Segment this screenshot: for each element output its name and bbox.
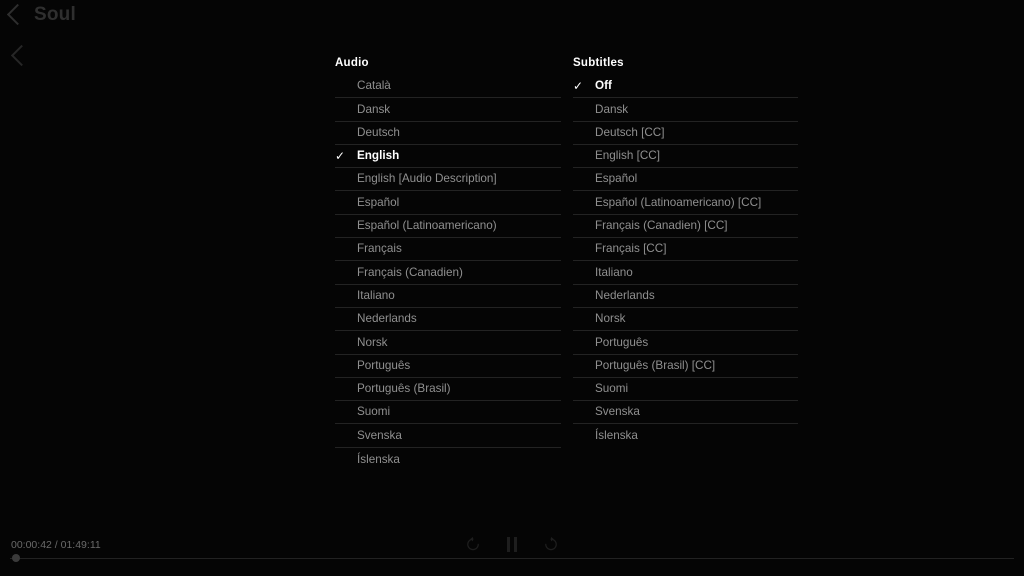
list-item-label: Français (Canadien) [CC] [595, 219, 728, 233]
list-item-label: Norsk [595, 312, 626, 326]
player-control-bar: 00:00:42 / 01:49:11 [0, 528, 1024, 576]
list-item[interactable]: Suomi [573, 378, 798, 402]
list-item[interactable]: Deutsch [335, 122, 561, 145]
list-item-label: Español (Latinoamericano) [357, 219, 497, 233]
list-item[interactable]: Português (Brasil) [CC] [573, 355, 798, 378]
list-item-label: Deutsch [CC] [595, 125, 665, 139]
list-item[interactable]: Français [CC] [573, 238, 798, 262]
list-item[interactable]: Norsk [335, 331, 561, 355]
list-item[interactable]: Íslenska [335, 448, 561, 471]
list-item[interactable]: Nederlands [335, 308, 561, 332]
list-item-label: English [CC] [595, 149, 660, 163]
pause-bar-left [506, 536, 511, 552]
list-item[interactable]: Dansk [573, 98, 798, 122]
track-selection-panel: Audio Català Dansk Deutsch ✓ English English … [0, 0, 1024, 520]
list-item-label: Español (Latinoamericano) [CC] [595, 195, 762, 209]
list-item-label: Português (Brasil) [357, 382, 451, 396]
list-item-label: Dansk [595, 102, 629, 116]
list-item-label: English [357, 149, 400, 163]
list-item[interactable]: English [CC] [573, 145, 798, 169]
list-item[interactable]: ✓ Off [573, 75, 798, 99]
list-item[interactable]: Español [335, 191, 561, 215]
rewind-10-icon[interactable] [463, 534, 483, 554]
transport-controls [0, 534, 1024, 554]
list-item-label: Íslenska [357, 452, 400, 466]
list-item-label: Español [595, 172, 638, 186]
list-item-label: Íslenska [595, 429, 638, 443]
list-item[interactable]: Italiano [573, 261, 798, 285]
list-item[interactable]: Français [335, 238, 561, 262]
list-item[interactable]: Español (Latinoamericano) [335, 215, 561, 239]
list-item-label: Português (Brasil) [CC] [595, 358, 716, 372]
list-item[interactable]: Español [573, 168, 798, 192]
list-item-label: English [Audio Description] [357, 172, 497, 186]
list-item-label: Suomi [595, 382, 629, 396]
audio-column-header: Audio [335, 57, 369, 69]
list-item-label: Suomi [357, 405, 391, 419]
list-item-label: Français [CC] [595, 242, 667, 256]
list-item[interactable]: Svenska [335, 424, 561, 448]
subtitles-column: Subtitles ✓ Off Dansk Deutsch [CC] English [… [573, 56, 798, 448]
list-item[interactable]: Português [573, 331, 798, 355]
list-item[interactable]: English [Audio Description] [335, 168, 561, 192]
list-item[interactable]: Íslenska [573, 424, 798, 447]
list-item-label: Français (Canadien) [357, 265, 463, 279]
list-item-label: Italiano [357, 288, 395, 302]
seek-bar-knob[interactable] [12, 554, 21, 562]
list-item[interactable]: Dansk [335, 98, 561, 122]
list-item[interactable]: Norsk [573, 308, 798, 332]
pause-bar-right [513, 536, 518, 552]
list-item-label: Français [357, 242, 402, 256]
list-item[interactable]: Português [335, 355, 561, 378]
subtitles-column-header: Subtitles [573, 57, 624, 69]
list-item-label: Svenska [595, 405, 640, 419]
checkmark-icon: ✓ [335, 149, 346, 164]
list-item[interactable]: Nederlands [573, 285, 798, 308]
list-item-label: Nederlands [357, 312, 417, 326]
list-item[interactable]: Português (Brasil) [335, 378, 561, 402]
pause-icon[interactable] [502, 534, 522, 554]
list-item[interactable]: Français (Canadien) [CC] [573, 215, 798, 239]
list-item[interactable]: Français (Canadien) [335, 261, 561, 285]
audio-option-list: Català Dansk Deutsch ✓ English English [Audio… [335, 75, 561, 471]
audio-column: Audio Català Dansk Deutsch ✓ English English … [335, 56, 561, 471]
list-item[interactable]: Español (Latinoamericano) [CC] [573, 191, 798, 215]
list-item[interactable]: Suomi [335, 401, 561, 425]
list-item-label: Italiano [595, 265, 633, 279]
list-item-label: Dansk [357, 102, 391, 116]
seek-bar[interactable] [0, 552, 1024, 564]
list-item-label: Español [357, 195, 400, 209]
list-item[interactable]: Italiano [335, 285, 561, 308]
list-item-label: Português [595, 335, 649, 349]
list-item-label: Nederlands [595, 288, 655, 302]
list-item[interactable]: Svenska [573, 401, 798, 425]
list-item-label: Português [357, 358, 411, 372]
forward-10-icon[interactable] [541, 534, 561, 554]
checkmark-icon: ✓ [573, 79, 584, 94]
subtitles-option-list: ✓ Off Dansk Deutsch [CC] English [CC] Español… [573, 75, 798, 448]
list-item[interactable]: ✓ English [335, 145, 561, 169]
list-item-label: Norsk [357, 335, 388, 349]
list-item-label: Deutsch [357, 125, 400, 139]
list-item[interactable]: Català [335, 75, 561, 99]
seek-bar-track[interactable] [10, 557, 1014, 559]
list-item-label: Off [595, 79, 612, 93]
list-item-label: Català [357, 79, 391, 93]
list-item[interactable]: Deutsch [CC] [573, 122, 798, 145]
list-item-label: Svenska [357, 428, 402, 442]
